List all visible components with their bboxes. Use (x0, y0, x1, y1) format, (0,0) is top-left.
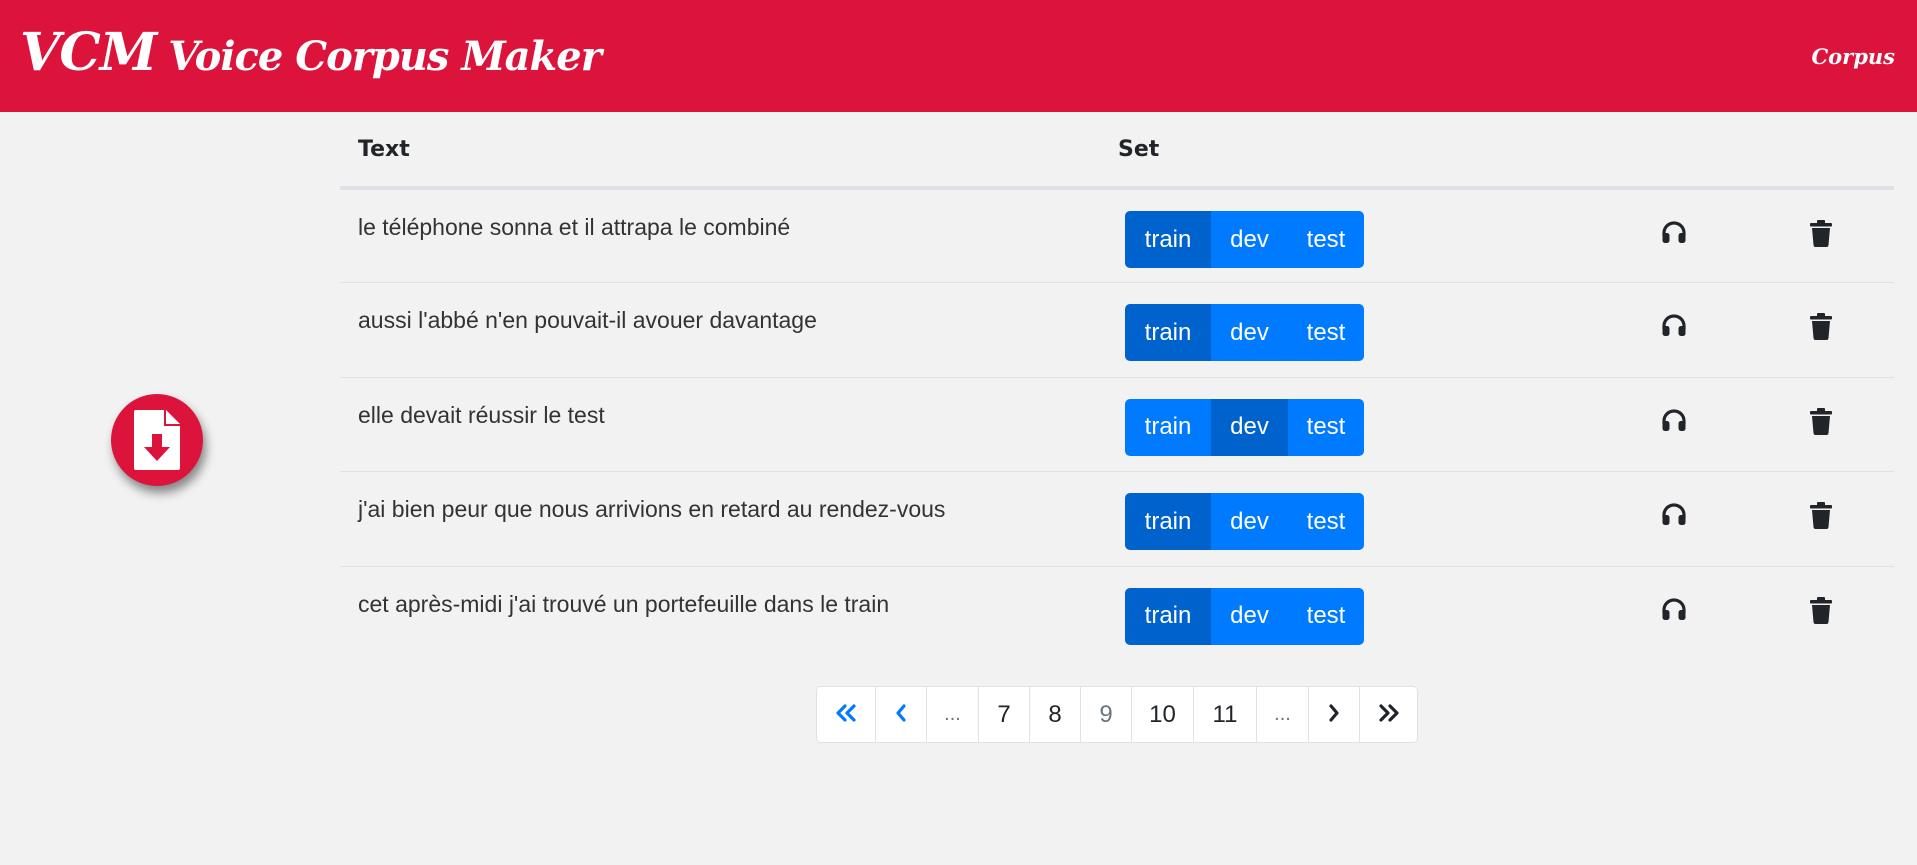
sentence-text: j'ai bien peur que nous arrivions en ret… (340, 471, 1100, 566)
column-header-text: Text (340, 112, 1100, 190)
set-button-train[interactable]: train (1125, 493, 1211, 550)
pagination-page[interactable]: 11 (1193, 687, 1256, 742)
set-button-group: train dev test (1125, 587, 1364, 645)
headphones-icon[interactable] (1661, 408, 1687, 438)
headphones-icon[interactable] (1661, 502, 1687, 532)
chevron-right-icon (1328, 701, 1340, 729)
set-cell: train dev test (1100, 565, 1600, 661)
delete-cell (1747, 471, 1894, 566)
set-cell: train dev test (1100, 471, 1600, 566)
pagination-prev-button[interactable] (875, 687, 926, 742)
navbar: VCM Voice Corpus Maker Corpus (0, 0, 1917, 112)
set-button-test[interactable]: test (1288, 304, 1364, 361)
pagination-page[interactable]: 7 (978, 687, 1029, 742)
sentence-text: elle devait réussir le test (340, 376, 1100, 472)
pagination-current-page: 9 (1080, 687, 1131, 742)
trash-icon[interactable] (1809, 407, 1832, 441)
set-button-dev[interactable]: dev (1211, 211, 1288, 268)
set-button-group: train dev test (1125, 398, 1364, 456)
double-chevron-right-icon (1378, 701, 1400, 729)
headphones-icon[interactable] (1661, 597, 1687, 627)
headphones-icon[interactable] (1661, 313, 1687, 343)
pagination-page[interactable]: 8 (1029, 687, 1080, 742)
corpus-table: Text Set le téléphone sonna et il attrap… (340, 112, 1894, 661)
pagination-first-button[interactable] (817, 687, 875, 742)
set-button-test[interactable]: test (1288, 587, 1364, 645)
set-button-group: train dev test (1125, 304, 1364, 361)
brand[interactable]: VCM Voice Corpus Maker (20, 22, 602, 83)
set-button-train[interactable]: train (1125, 211, 1211, 268)
delete-cell (1747, 282, 1894, 377)
pagination-next-button[interactable] (1308, 687, 1359, 742)
table-row: j'ai bien peur que nous arrivions en ret… (340, 471, 1894, 566)
set-button-train[interactable]: train (1125, 587, 1211, 645)
set-button-dev[interactable]: dev (1211, 493, 1288, 550)
delete-cell (1747, 187, 1894, 283)
set-button-test[interactable]: test (1288, 211, 1364, 268)
trash-icon[interactable] (1809, 502, 1832, 535)
play-cell (1600, 282, 1747, 377)
double-chevron-left-icon (835, 701, 857, 729)
trash-icon[interactable] (1809, 596, 1832, 630)
trash-icon[interactable] (1809, 313, 1832, 346)
sentence-text: aussi l'abbé n'en pouvait-il avouer dava… (340, 282, 1100, 377)
set-cell: train dev test (1100, 187, 1600, 283)
set-button-dev[interactable]: dev (1211, 587, 1288, 645)
set-button-test[interactable]: test (1288, 398, 1364, 456)
pagination: ... 7 8 9 10 11... (816, 686, 1418, 743)
table-header-row: Text Set (340, 112, 1894, 190)
pagination-page[interactable]: 10 (1131, 687, 1193, 742)
play-cell (1600, 565, 1747, 661)
set-button-group: train dev test (1125, 493, 1364, 550)
download-corpus-button[interactable] (111, 394, 203, 486)
table-row: elle devait réussir le test train dev test (340, 376, 1894, 472)
nav-link-corpus[interactable]: Corpus (1811, 44, 1895, 69)
brand-short: VCM (20, 22, 157, 83)
play-cell (1600, 376, 1747, 472)
delete-cell (1747, 565, 1894, 661)
file-download-icon (134, 410, 180, 470)
sentence-text: cet après-midi j'ai trouvé un portefeuil… (340, 565, 1100, 661)
column-header-listen (1600, 112, 1747, 190)
delete-cell (1747, 376, 1894, 472)
set-button-dev[interactable]: dev (1211, 304, 1288, 361)
headphones-icon[interactable] (1661, 220, 1687, 250)
pagination-ellipsis: ... (1256, 687, 1308, 742)
table-row: cet après-midi j'ai trouvé un portefeuil… (340, 565, 1894, 661)
table-row: le téléphone sonna et il attrapa le comb… (340, 187, 1894, 283)
set-button-dev[interactable]: dev (1211, 398, 1288, 456)
pagination-ellipsis: ... (926, 687, 978, 742)
trash-icon[interactable] (1809, 220, 1832, 253)
set-cell: train dev test (1100, 376, 1600, 472)
set-button-train[interactable]: train (1125, 398, 1211, 456)
set-button-group: train dev test (1125, 211, 1364, 268)
set-cell: train dev test (1100, 282, 1600, 377)
column-header-set: Set (1100, 112, 1600, 190)
play-cell (1600, 187, 1747, 283)
pagination-last-button[interactable] (1359, 687, 1417, 742)
set-button-train[interactable]: train (1125, 304, 1211, 361)
table-row: aussi l'abbé n'en pouvait-il avouer dava… (340, 282, 1894, 377)
brand-long: Voice Corpus Maker (168, 33, 601, 80)
chevron-left-icon (895, 701, 907, 729)
set-button-test[interactable]: test (1288, 493, 1364, 550)
play-cell (1600, 471, 1747, 566)
sentence-text: le téléphone sonna et il attrapa le comb… (340, 187, 1100, 283)
column-header-delete (1747, 112, 1894, 190)
